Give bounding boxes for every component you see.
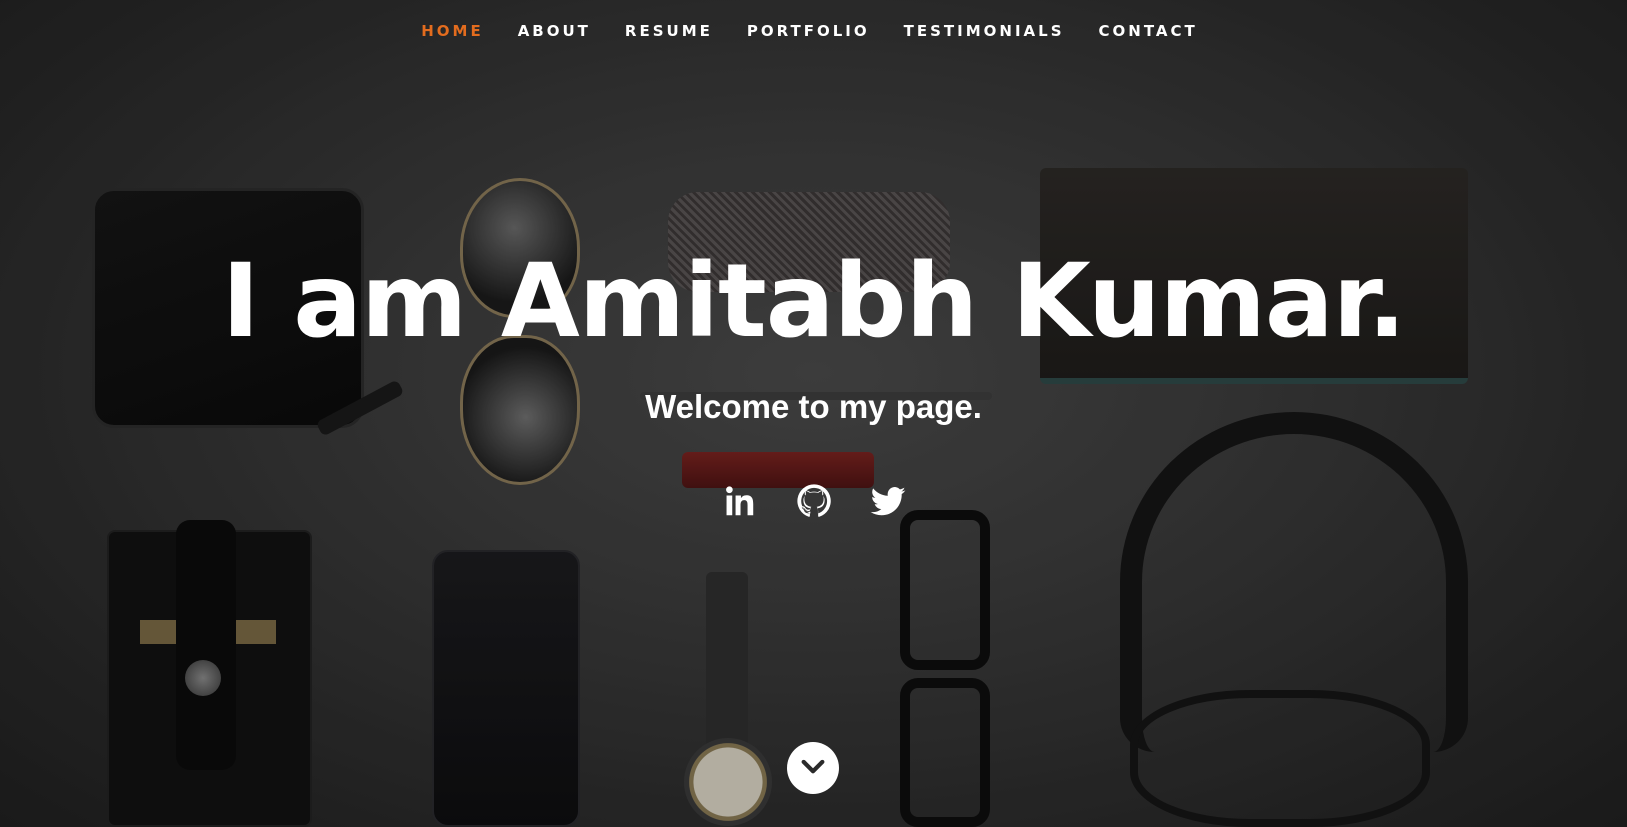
nav-item-resume[interactable]: RESUME (608, 22, 730, 40)
nav-list: HOME ABOUT RESUME PORTFOLIO TESTIMONIALS… (404, 22, 1215, 41)
twitter-icon (869, 482, 907, 525)
phone-case-button-image (185, 660, 221, 696)
card-image (230, 620, 276, 644)
lip-balm-image (682, 452, 874, 488)
twitter-link[interactable] (869, 484, 907, 522)
main-navigation: HOME ABOUT RESUME PORTFOLIO TESTIMONIALS… (0, 0, 1627, 62)
eyeglasses-lens-bottom-image (900, 678, 990, 827)
github-link[interactable] (795, 482, 833, 525)
card-image (140, 620, 180, 644)
social-links (0, 482, 1627, 525)
chevron-down-icon (799, 752, 827, 785)
banner-headline: I am Amitabh Kumar. (221, 242, 1406, 361)
nav-item-home[interactable]: HOME (404, 22, 500, 40)
banner-subline: Welcome to my page. (645, 388, 982, 425)
linkedin-link[interactable] (721, 484, 759, 522)
watch-face-image (684, 738, 772, 826)
headphone-cable-image (1130, 690, 1430, 827)
phone-case-strap-image (176, 520, 236, 770)
smartphone-image (432, 550, 580, 827)
watch-strap-image (706, 572, 748, 772)
nav-item-portfolio[interactable]: PORTFOLIO (730, 22, 887, 40)
github-icon (795, 482, 833, 525)
linkedin-icon (721, 482, 759, 525)
phone-case-image (107, 530, 312, 827)
eyeglasses-lens-top-image (900, 510, 990, 670)
nav-item-testimonials[interactable]: TESTIMONIALS (887, 22, 1082, 40)
headphones-image (1120, 412, 1468, 752)
scroll-down-button[interactable] (787, 742, 839, 794)
nav-item-about[interactable]: ABOUT (501, 22, 608, 40)
nav-item-contact[interactable]: CONTACT (1082, 22, 1215, 40)
